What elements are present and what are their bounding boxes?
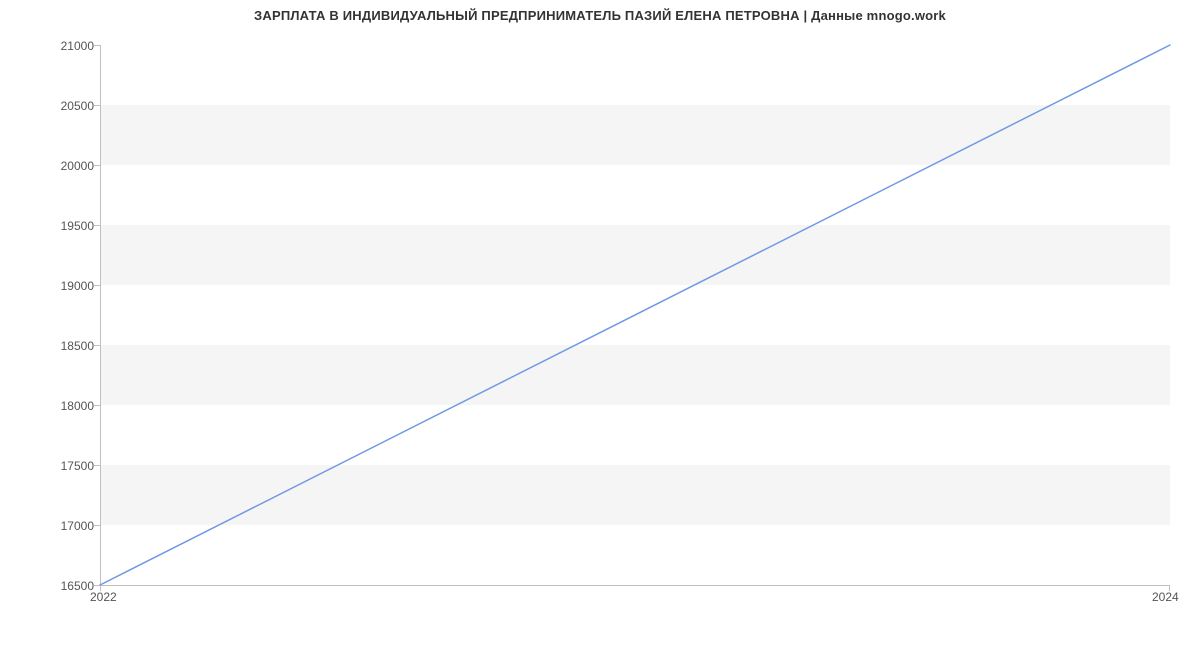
y-tick-label: 21000 bbox=[61, 39, 94, 53]
chart-title: ЗАРПЛАТА В ИНДИВИДУАЛЬНЫЙ ПРЕДПРИНИМАТЕЛ… bbox=[0, 8, 1200, 23]
y-tick-label: 19500 bbox=[61, 219, 94, 233]
y-tick-label: 17500 bbox=[61, 459, 94, 473]
y-tick-label: 19000 bbox=[61, 279, 94, 293]
y-tick-label: 20000 bbox=[61, 159, 94, 173]
plot-area bbox=[100, 45, 1170, 585]
x-tick-mark bbox=[100, 585, 101, 591]
x-tick-label: 2022 bbox=[90, 590, 117, 604]
y-tick-label: 20500 bbox=[61, 99, 94, 113]
line-series bbox=[100, 45, 1170, 585]
y-tick-label: 17000 bbox=[61, 519, 94, 533]
x-tick-mark bbox=[1169, 585, 1170, 591]
x-axis-line bbox=[100, 585, 1170, 586]
x-tick-label: 2024 bbox=[1152, 590, 1179, 604]
y-tick-label: 16500 bbox=[61, 579, 94, 593]
y-tick-label: 18000 bbox=[61, 399, 94, 413]
y-tick-label: 18500 bbox=[61, 339, 94, 353]
chart-container: ЗАРПЛАТА В ИНДИВИДУАЛЬНЫЙ ПРЕДПРИНИМАТЕЛ… bbox=[0, 0, 1200, 650]
